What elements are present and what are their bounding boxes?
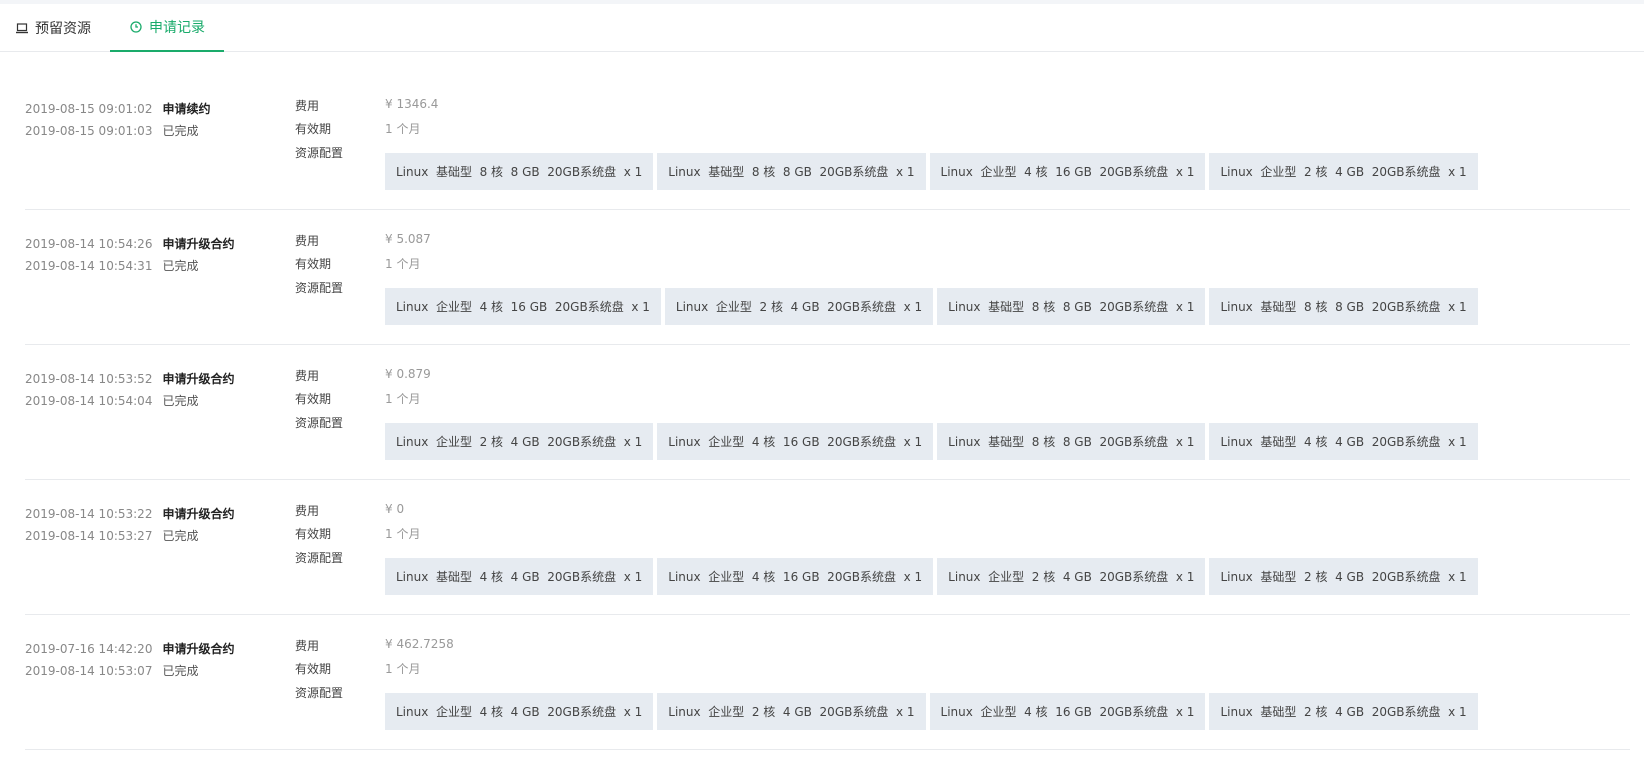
done-time: 2019-08-14 10:54:31 — [25, 259, 153, 273]
config-chip: Linux 企业型 2 核 4 GB 20GB系统盘 x 1 — [664, 288, 934, 325]
config-label: 资源配置 — [295, 551, 344, 565]
config-chips: Linux 企业型 4 核 16 GB 20GB系统盘 x 1 Linux 企业… — [385, 288, 1478, 325]
config-chip: Linux 企业型 2 核 4 GB 20GB系统盘 x 1 — [385, 423, 654, 460]
config-chip: Linux 基础型 4 核 4 GB 20GB系统盘 x 1 — [1209, 423, 1478, 460]
validity-label: 有效期 — [295, 662, 332, 676]
status-text: 已完成 — [162, 664, 199, 678]
action-type: 申请升级合约 — [162, 372, 235, 386]
done-time: 2019-08-14 10:53:07 — [25, 664, 153, 678]
config-chips: Linux 企业型 4 核 4 GB 20GB系统盘 x 1 Linux 企业型… — [385, 693, 1478, 730]
action-type: 申请升级合约 — [162, 642, 235, 656]
fee-value: ¥ 462.7258 — [385, 637, 454, 651]
apply-time: 2019-07-16 14:42:20 — [25, 642, 153, 656]
apply-time: 2019-08-14 10:54:26 — [25, 237, 153, 251]
validity-label: 有效期 — [295, 257, 332, 271]
record-row: 2019-08-14 10:54:26 申请升级合约 2019-08-14 10:… — [25, 210, 1630, 345]
status-text: 已完成 — [162, 259, 199, 273]
record-row: 2019-08-15 09:01:02 申请续约 2019-08-15 09:01… — [25, 75, 1630, 210]
config-chip: Linux 企业型 2 核 4 GB 20GB系统盘 x 1 — [657, 693, 926, 730]
status-text: 已完成 — [162, 124, 199, 138]
fee-label: 费用 — [295, 639, 320, 653]
done-time: 2019-08-14 10:53:27 — [25, 529, 153, 543]
status-text: 已完成 — [162, 394, 199, 408]
fee-value: ¥ 0 — [385, 502, 405, 516]
tab-label: 申请记录 — [149, 20, 205, 36]
apply-time: 2019-08-15 09:01:02 — [25, 102, 153, 116]
config-chip: Linux 基础型 8 核 8 GB 20GB系统盘 x 1 — [937, 423, 1206, 460]
fee-value: ¥ 0.879 — [385, 367, 431, 381]
fee-label: 费用 — [295, 504, 320, 518]
done-line: 2019-08-14 10:53:27 已完成 — [25, 527, 198, 544]
config-chips: Linux 基础型 8 核 8 GB 20GB系统盘 x 1 Linux 基础型… — [385, 153, 1478, 190]
action-type: 申请续约 — [162, 102, 211, 116]
apply-line: 2019-08-14 10:54:26 申请升级合约 — [25, 235, 234, 252]
validity-label: 有效期 — [295, 122, 332, 136]
fee-value: ¥ 5.087 — [385, 232, 431, 246]
config-chip: Linux 基础型 2 核 4 GB 20GB系统盘 x 1 — [1209, 558, 1478, 595]
done-time: 2019-08-14 10:54:04 — [25, 394, 153, 408]
config-label: 资源配置 — [295, 686, 344, 700]
config-chip: Linux 基础型 4 核 4 GB 20GB系统盘 x 1 — [385, 558, 654, 595]
config-chip: Linux 企业型 2 核 4 GB 20GB系统盘 x 1 — [937, 558, 1206, 595]
config-label: 资源配置 — [295, 416, 344, 430]
apply-time: 2019-08-14 10:53:52 — [25, 372, 153, 386]
laptop-icon — [15, 21, 29, 35]
config-chip: Linux 基础型 8 核 8 GB 20GB系统盘 x 1 — [385, 153, 654, 190]
validity-value: 1 个月 — [385, 527, 421, 541]
config-chip: Linux 基础型 8 核 8 GB 20GB系统盘 x 1 — [657, 153, 926, 190]
config-chip: Linux 企业型 4 核 16 GB 20GB系统盘 x 1 — [657, 423, 934, 460]
validity-label: 有效期 — [295, 392, 332, 406]
config-chip: Linux 基础型 8 核 8 GB 20GB系统盘 x 1 — [1209, 288, 1478, 325]
done-line: 2019-08-14 10:53:07 已完成 — [25, 662, 198, 679]
validity-value: 1 个月 — [385, 122, 421, 136]
fee-label: 费用 — [295, 234, 320, 248]
config-chip: Linux 基础型 2 核 4 GB 20GB系统盘 x 1 — [1209, 693, 1478, 730]
action-type: 申请升级合约 — [162, 507, 235, 521]
record-row: 2019-08-14 10:53:52 申请升级合约 2019-08-14 10:… — [25, 345, 1630, 480]
config-chip: Linux 企业型 4 核 4 GB 20GB系统盘 x 1 — [385, 693, 654, 730]
tab-label: 预留资源 — [35, 21, 91, 37]
config-chip: Linux 企业型 4 核 16 GB 20GB系统盘 x 1 — [929, 693, 1206, 730]
apply-line: 2019-08-14 10:53:22 申请升级合约 — [25, 505, 234, 522]
apply-line: 2019-08-15 09:01:02 申请续约 — [25, 100, 210, 117]
apply-line: 2019-08-14 10:53:52 申请升级合约 — [25, 370, 234, 387]
config-chip: Linux 基础型 8 核 8 GB 20GB系统盘 x 1 — [937, 288, 1206, 325]
tab-reserved-resources[interactable]: 预留资源 — [15, 4, 91, 52]
config-chips: Linux 基础型 4 核 4 GB 20GB系统盘 x 1 Linux 企业型… — [385, 558, 1478, 595]
tab-apply-records[interactable]: 申请记录 — [110, 4, 224, 52]
fee-value: ¥ 1346.4 — [385, 97, 439, 111]
action-type: 申请升级合约 — [162, 237, 235, 251]
validity-value: 1 个月 — [385, 257, 421, 271]
fee-label: 费用 — [295, 369, 320, 383]
done-line: 2019-08-14 10:54:31 已完成 — [25, 257, 198, 274]
clock-icon — [129, 20, 143, 34]
tab-bar: 预留资源 申请记录 — [0, 4, 1644, 52]
config-chip: Linux 企业型 4 核 16 GB 20GB系统盘 x 1 — [657, 558, 934, 595]
apply-line: 2019-07-16 14:42:20 申请升级合约 — [25, 640, 234, 657]
validity-value: 1 个月 — [385, 662, 421, 676]
record-row: 2019-07-16 14:42:20 申请升级合约 2019-08-14 10:… — [25, 615, 1630, 750]
done-line: 2019-08-15 09:01:03 已完成 — [25, 122, 198, 139]
fee-label: 费用 — [295, 99, 320, 113]
apply-time: 2019-08-14 10:53:22 — [25, 507, 153, 521]
config-chip: Linux 企业型 4 核 16 GB 20GB系统盘 x 1 — [385, 288, 661, 325]
done-line: 2019-08-14 10:54:04 已完成 — [25, 392, 198, 409]
validity-value: 1 个月 — [385, 392, 421, 406]
config-chip: Linux 企业型 4 核 16 GB 20GB系统盘 x 1 — [929, 153, 1206, 190]
validity-label: 有效期 — [295, 527, 332, 541]
config-label: 资源配置 — [295, 146, 344, 160]
done-time: 2019-08-15 09:01:03 — [25, 124, 153, 138]
config-chips: Linux 企业型 2 核 4 GB 20GB系统盘 x 1 Linux 企业型… — [385, 423, 1478, 460]
status-text: 已完成 — [162, 529, 199, 543]
config-chip: Linux 企业型 2 核 4 GB 20GB系统盘 x 1 — [1209, 153, 1478, 190]
record-row: 2019-08-14 10:53:22 申请升级合约 2019-08-14 10:… — [25, 480, 1630, 615]
config-label: 资源配置 — [295, 281, 344, 295]
